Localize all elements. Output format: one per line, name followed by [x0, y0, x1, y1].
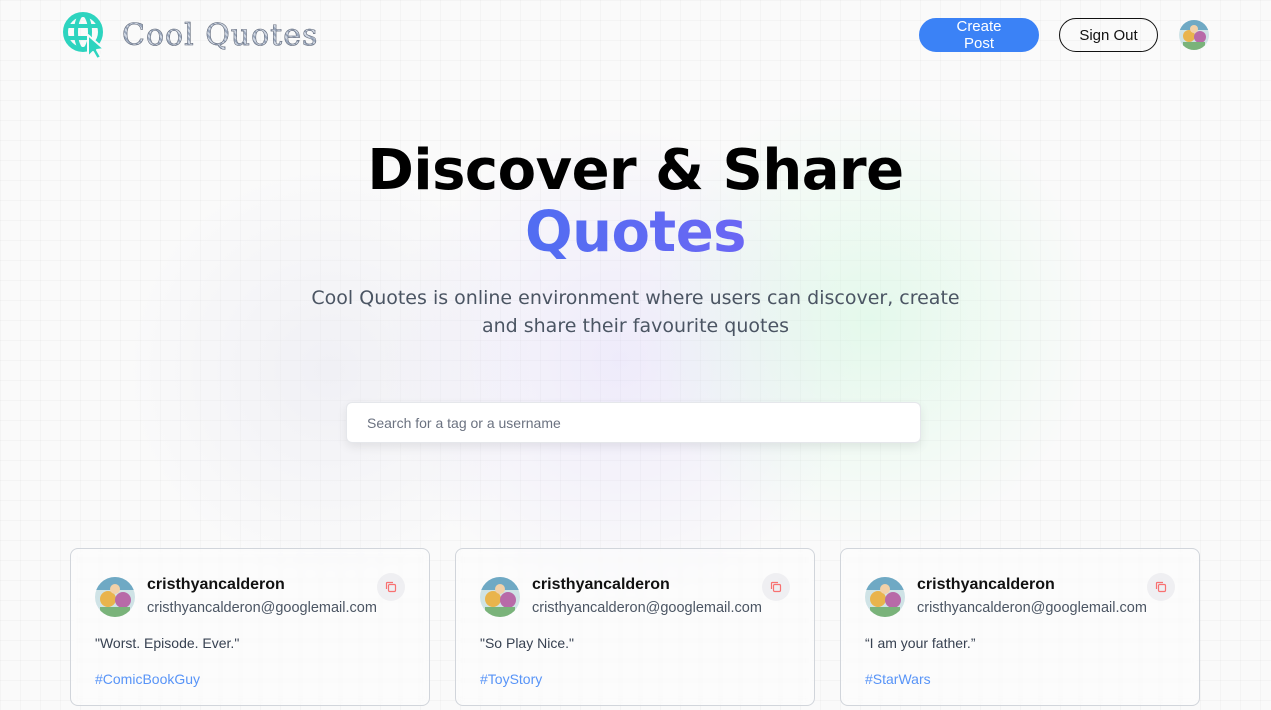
card-header[interactable]: cristhyancalderon cristhyancalderon@goog… — [95, 575, 405, 619]
quote-card-list: cristhyancalderon cristhyancalderon@goog… — [70, 548, 1200, 706]
quote-card: cristhyancalderon cristhyancalderon@goog… — [70, 548, 430, 706]
avatar-image — [1179, 20, 1209, 50]
brand-name: Cool Quotes — [122, 17, 319, 53]
avatar — [95, 577, 135, 617]
card-user-info: cristhyancalderon cristhyancalderon@goog… — [917, 575, 1147, 619]
card-tag[interactable]: #StarWars — [865, 671, 1175, 687]
create-post-button[interactable]: Create Post — [919, 18, 1039, 52]
card-email: cristhyancalderon@googlemail.com — [917, 600, 1147, 616]
avatar — [480, 577, 520, 617]
card-user-info: cristhyancalderon cristhyancalderon@goog… — [532, 575, 762, 619]
quote-card: cristhyancalderon cristhyancalderon@goog… — [455, 548, 815, 706]
card-email: cristhyancalderon@googlemail.com — [147, 600, 377, 616]
avatar-image — [95, 577, 135, 617]
card-quote: "So Play Nice." — [480, 635, 574, 651]
hero-description: Cool Quotes is online environment where … — [311, 287, 960, 337]
copy-button[interactable] — [762, 573, 790, 601]
page-title-accent: Quotes — [0, 202, 1271, 264]
navbar: Cool Quotes Create Post Sign Out — [62, 10, 1209, 60]
page-title-line: Discover & Share — [367, 138, 904, 203]
card-user-info: cristhyancalderon cristhyancalderon@goog… — [147, 575, 377, 619]
sign-out-button[interactable]: Sign Out — [1059, 18, 1158, 52]
copy-icon — [1155, 581, 1167, 593]
copy-button[interactable] — [377, 573, 405, 601]
page-title: Discover & Share Quotes — [0, 140, 1271, 264]
card-tag[interactable]: #ToyStory — [480, 671, 790, 687]
card-username: cristhyancalderon — [532, 576, 670, 593]
search-input[interactable] — [346, 402, 921, 443]
card-username: cristhyancalderon — [147, 576, 285, 593]
avatar[interactable] — [1179, 20, 1209, 50]
avatar-image — [865, 577, 905, 617]
card-username: cristhyancalderon — [917, 576, 1055, 593]
globe-cursor-icon — [63, 12, 105, 59]
copy-icon — [385, 581, 397, 593]
brand-link[interactable]: Cool Quotes — [62, 11, 318, 59]
quote-card: cristhyancalderon cristhyancalderon@goog… — [840, 548, 1200, 706]
avatar — [865, 577, 905, 617]
nav-actions: Create Post Sign Out — [919, 18, 1209, 52]
card-quote: “I am your father.” — [865, 635, 976, 651]
card-quote: "Worst. Episode. Ever." — [95, 635, 240, 651]
copy-button[interactable] — [1147, 573, 1175, 601]
hero-section: Discover & Share Quotes Cool Quotes is o… — [0, 140, 1271, 340]
card-header[interactable]: cristhyancalderon cristhyancalderon@goog… — [480, 575, 790, 619]
avatar-image — [480, 577, 520, 617]
search-form — [346, 402, 921, 443]
copy-icon — [770, 581, 782, 593]
card-header[interactable]: cristhyancalderon cristhyancalderon@goog… — [865, 575, 1175, 619]
card-email: cristhyancalderon@googlemail.com — [532, 600, 762, 616]
card-tag[interactable]: #ComicBookGuy — [95, 671, 405, 687]
